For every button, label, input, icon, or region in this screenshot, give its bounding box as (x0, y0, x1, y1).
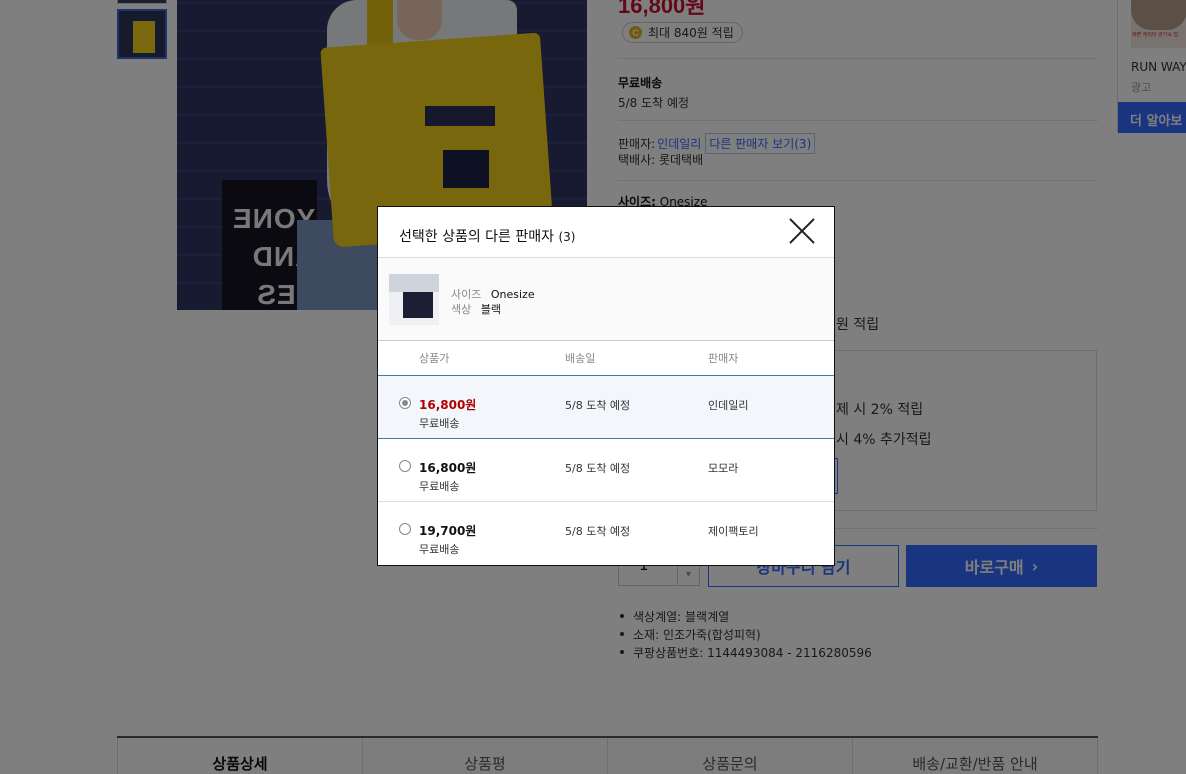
offer-delivery: 5/8 도착 예정 (565, 525, 631, 538)
option-color-label: 색상 (451, 303, 472, 316)
offer-row[interactable]: 16,800원 무료배송 5/8 도착 예정 인데일리 (378, 376, 834, 439)
close-icon[interactable] (789, 218, 815, 244)
item-thumbnail (389, 274, 439, 325)
option-color: 색상 블랙 (451, 301, 501, 317)
offer-radio[interactable] (399, 523, 411, 535)
offer-shipping: 무료배송 (419, 543, 460, 556)
offer-delivery: 5/8 도착 예정 (565, 462, 631, 475)
offer-row[interactable]: 16,800원 무료배송 5/8 도착 예정 모모라 (378, 439, 834, 502)
selected-item-summary: 사이즈 Onesize 색상 블랙 (378, 258, 834, 341)
modal-header: 선택한 상품의 다른 판매자 (3) (378, 207, 834, 258)
offer-row[interactable]: 19,700원 무료배송 5/8 도착 예정 제이팩토리 (378, 502, 834, 565)
offer-seller: 인데일리 (708, 399, 749, 412)
offer-radio[interactable] (399, 460, 411, 472)
offer-seller: 제이팩토리 (708, 525, 759, 538)
column-header-seller: 판매자 (708, 352, 739, 365)
column-header-price: 상품가 (419, 352, 450, 365)
offer-table-header: 상품가 배송일 판매자 (378, 341, 834, 376)
item-thumbnail-top (389, 274, 439, 292)
offer-shipping: 무료배송 (419, 417, 460, 430)
option-size-value: Onesize (490, 288, 535, 301)
offer-radio[interactable] (399, 397, 411, 409)
offer-delivery: 5/8 도착 예정 (565, 399, 631, 412)
item-thumbnail-bag (403, 292, 433, 318)
option-size: 사이즈 Onesize (451, 286, 535, 302)
offer-shipping: 무료배송 (419, 480, 460, 493)
offer-seller: 모모라 (708, 462, 739, 475)
offer-price: 19,700원 (419, 524, 477, 538)
offer-price: 16,800원 (419, 398, 477, 412)
modal-title-count: (3) (558, 230, 576, 244)
modal-title-text: 선택한 상품의 다른 판매자 (399, 229, 555, 245)
modal-title: 선택한 상품의 다른 판매자 (3) (399, 226, 575, 246)
other-sellers-modal: 선택한 상품의 다른 판매자 (3) 사이즈 Onesize 색상 블랙 상품가… (377, 206, 835, 566)
offer-price: 16,800원 (419, 461, 477, 475)
option-size-label: 사이즈 (451, 288, 482, 301)
column-header-delivery: 배송일 (565, 352, 596, 365)
option-color-value: 블랙 (480, 303, 501, 316)
